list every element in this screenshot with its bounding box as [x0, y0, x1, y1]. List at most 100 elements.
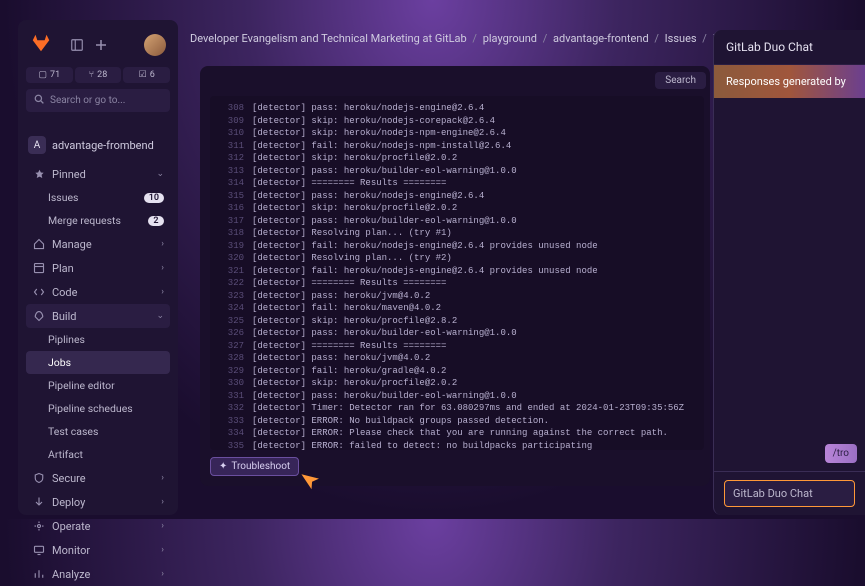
- breadcrumb-separator: /: [652, 32, 662, 45]
- log-text: [detector] ======== Results ========: [252, 340, 446, 353]
- tab-todos[interactable]: ☑ 6: [123, 67, 170, 83]
- chevron-right-icon: ›: [161, 287, 164, 297]
- nav-pinned[interactable]: Pinned ⌄: [26, 162, 170, 186]
- log-text: [detector] Resolving plan... (try #1): [252, 227, 452, 240]
- log-text: [detector] pass: heroku/builder-eol-warn…: [252, 165, 517, 178]
- log-line: 321[detector] fail: heroku/nodejs-engine…: [218, 265, 696, 278]
- breadcrumb-segment[interactable]: playground: [483, 32, 537, 45]
- log-text: [detector] pass: heroku/builder-eol-warn…: [252, 327, 517, 340]
- nav-sub-piplines[interactable]: Piplines: [26, 328, 170, 351]
- nav-build[interactable]: Build⌄: [26, 304, 170, 328]
- log-text: [detector] ======== Results ========: [252, 177, 446, 190]
- search-input[interactable]: Search or go to...: [26, 89, 170, 112]
- file-icon: ▢: [39, 70, 48, 80]
- nav-label: Secure: [52, 472, 86, 485]
- nav-operate[interactable]: Operate›: [26, 514, 170, 538]
- nav-sub-label: Artifact: [48, 448, 83, 461]
- main-panel: Search 308 [detector] pass: heroku/nodejs…: [200, 66, 710, 486]
- nav-sub-jobs[interactable]: Jobs: [26, 351, 170, 374]
- check-icon: ☑: [139, 70, 147, 80]
- log-area[interactable]: 308 [detector] pass: heroku/nodejs-engine…: [210, 96, 704, 450]
- log-text: [detector] pass: heroku/builder-eol-warn…: [252, 215, 517, 228]
- chat-input[interactable]: GitLab Duo Chat: [724, 480, 855, 507]
- tab-branches-count: 28: [97, 70, 107, 80]
- nav-label: Build: [52, 310, 76, 323]
- nav-sub-pipeline-schedues[interactable]: Pipeline schedues: [26, 397, 170, 420]
- log-text: [detector] skip: heroku/nodejs-npm-engin…: [252, 127, 506, 140]
- cursor-icon: [298, 468, 323, 493]
- search-placeholder: Search or go to...: [50, 95, 125, 106]
- line-number: 329: [218, 365, 244, 378]
- line-number: 310: [218, 127, 244, 140]
- tab-branches[interactable]: ⑂ 28: [75, 67, 122, 83]
- log-line: 333[detector] ERROR: No buildpack groups…: [218, 415, 696, 428]
- nav-secure[interactable]: Secure›: [26, 466, 170, 490]
- line-number: 326: [218, 327, 244, 340]
- nav-manage[interactable]: Manage›: [26, 232, 170, 256]
- log-line: 324 [detector] fail: heroku/maven@4.0.2: [218, 302, 696, 315]
- chat-input-row: GitLab Duo Chat: [714, 471, 865, 515]
- line-number: 316: [218, 202, 244, 215]
- log-line: 330[detector] skip: heroku/procfile@2.0.…: [218, 377, 696, 390]
- plan-icon: [32, 261, 46, 275]
- line-number: 334: [218, 427, 244, 440]
- line-number: 309: [218, 115, 244, 128]
- nav-plan[interactable]: Plan›: [26, 256, 170, 280]
- nav-sub-artifact[interactable]: Artifact: [26, 443, 170, 466]
- log-line: 328[detector] pass: heroku/jvm@4.0.2: [218, 352, 696, 365]
- nav-sub-label: Pipeline editor: [48, 379, 115, 392]
- project-row[interactable]: A advantage-frombend: [26, 132, 170, 158]
- job-search[interactable]: Search: [655, 72, 706, 89]
- line-number: 325: [218, 315, 244, 328]
- log-text: [detector] fail: heroku/nodejs-npm-insta…: [252, 140, 511, 153]
- panel-icon[interactable]: [68, 36, 86, 54]
- line-number: 333: [218, 415, 244, 428]
- log-line: 329 [detector] fail: heroku/gradle@4.0.2: [218, 365, 696, 378]
- nav-sub-label: Jobs: [48, 356, 71, 369]
- log-line: 323[detector] pass: heroku/jvm@4.0.2: [218, 290, 696, 303]
- deploy-icon: [32, 495, 46, 509]
- line-number: 308: [218, 102, 244, 115]
- home-icon: [32, 237, 46, 251]
- log-text: [detector] fail: heroku/gradle@4.0.2: [252, 365, 446, 378]
- line-number: 319: [218, 240, 244, 253]
- log-text: [detector] fail: heroku/nodejs-engine@2.…: [252, 240, 598, 253]
- chat-slash-tag[interactable]: /tro: [825, 444, 857, 463]
- nav-sub-test-cases[interactable]: Test cases: [26, 420, 170, 443]
- nav-sub-pipeline-editor[interactable]: Pipeline editor: [26, 374, 170, 397]
- line-number: 324: [218, 302, 244, 315]
- log-text: [detector] fail: heroku/maven@4.0.2: [252, 302, 441, 315]
- log-text: [detector] skip: heroku/nodejs-corepack@…: [252, 115, 495, 128]
- log-text: [detector] pass: heroku/nodejs-engine@2.…: [252, 102, 484, 115]
- breadcrumb-segment[interactable]: advantage-frontend: [553, 32, 649, 45]
- nav-label: Operate: [52, 520, 91, 533]
- nav-label: Deploy: [52, 496, 85, 509]
- nav-monitor[interactable]: Monitor›: [26, 538, 170, 562]
- rocket-icon: [32, 309, 46, 323]
- troubleshoot-button[interactable]: ✦ Troubleshoot: [210, 457, 299, 476]
- log-line: 319 [detector] fail: heroku/nodejs-engine…: [218, 240, 696, 253]
- nav-pinned-mr[interactable]: Merge requests 2: [26, 209, 170, 232]
- line-number: 313: [218, 165, 244, 178]
- nav-analyze[interactable]: Analyze›: [26, 562, 170, 586]
- line-number: 322: [218, 277, 244, 290]
- nav-pinned-issues[interactable]: Issues 10: [26, 186, 170, 209]
- breadcrumb-segment[interactable]: Developer Evangelism and Technical Marke…: [190, 32, 467, 45]
- log-text: [detector] ERROR: failed to detect: no b…: [252, 440, 592, 451]
- nav-deploy[interactable]: Deploy›: [26, 490, 170, 514]
- line-number: 314: [218, 177, 244, 190]
- line-number: 323: [218, 290, 244, 303]
- breadcrumb-segment[interactable]: Issues: [665, 32, 697, 45]
- nav-code[interactable]: Code›: [26, 280, 170, 304]
- tab-files[interactable]: ▢ 71: [26, 67, 73, 83]
- log-line: 311[detector] fail: heroku/nodejs-npm-in…: [218, 140, 696, 153]
- line-number: 312: [218, 152, 244, 165]
- plus-icon[interactable]: [92, 36, 110, 54]
- log-text: [detector] pass: heroku/nodejs-engine@2.…: [252, 190, 484, 203]
- log-line: 318[detector] Resolving plan... (try #1): [218, 227, 696, 240]
- project-badge: A: [28, 136, 46, 154]
- avatar[interactable]: [144, 34, 166, 56]
- log-line: 326 [detector] pass: heroku/builder-eol-w…: [218, 327, 696, 340]
- troubleshoot-label: Troubleshoot: [231, 461, 290, 472]
- nav-pinned-label: Pinned: [52, 168, 86, 181]
